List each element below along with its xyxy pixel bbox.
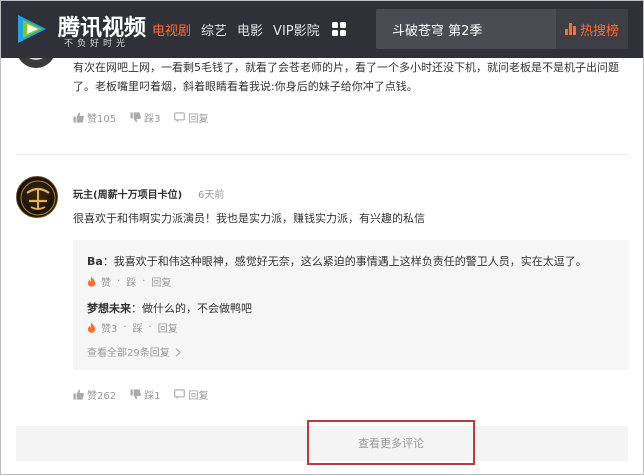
flame-icon [87, 322, 96, 333]
reply-label: 回复 [188, 391, 209, 402]
comment-divider [16, 154, 628, 155]
reply-text: ：做什么的，不会做鸭吧 [131, 302, 252, 315]
thumb-down-icon [130, 112, 141, 123]
view-all-replies-label: 查看全部29条回复 [87, 348, 170, 359]
comment-actions: 赞262 踩1 回复 [73, 387, 222, 402]
brand-slogan: 不负好时光 [64, 39, 130, 49]
dislike-button[interactable]: 踩3 [130, 110, 160, 125]
comment-timestamp: 6天前 [198, 190, 225, 201]
dislike-count: 踩1 [144, 391, 161, 402]
thumb-down-icon [130, 389, 141, 400]
flame-icon [87, 276, 96, 287]
like-button[interactable]: 赞262 [73, 387, 116, 402]
hot-search-button[interactable]: 热搜榜 [556, 9, 628, 49]
load-more-comments-button[interactable]: 查看更多评论 [307, 420, 475, 465]
top-navigation-bar: 腾讯视频 不负好时光 电视剧 综艺 电影 VIP影院 斗破苍穹 第2季 热搜榜 [0, 0, 644, 58]
comment-section: 有次在网吧上网，一看剩5毛钱了，就看了会苍老师的片，看了一个多小时还没下机，就问… [0, 42, 644, 475]
reply-icon [174, 112, 186, 123]
like-count: 赞105 [87, 114, 117, 125]
reply-button[interactable]: 回复 [158, 320, 178, 335]
nav-item-tv[interactable]: 电视剧 [152, 20, 191, 39]
reply-username[interactable]: 梦想未来 [87, 302, 131, 315]
dislike-count: 踩3 [144, 114, 161, 125]
reply-actions: 赞3 · 踩 · 回复 [87, 320, 184, 335]
comment-actions: 赞105 踩3 回复 [73, 110, 222, 125]
reply-button[interactable]: 回复 [174, 110, 208, 125]
like-button[interactable]: 赞3 [101, 320, 117, 335]
thumb-up-icon [73, 389, 84, 400]
nav-item-variety[interactable]: 综艺 [201, 20, 227, 39]
reply-icon [174, 389, 186, 400]
nav-item-vip[interactable]: VIP影院 [273, 20, 320, 39]
hot-chart-icon [564, 23, 576, 35]
avatar-art-icon [20, 180, 56, 216]
hot-search-label: 热搜榜 [579, 23, 619, 39]
reply-label: 回复 [188, 114, 209, 125]
avatar[interactable] [16, 176, 58, 218]
dislike-button[interactable]: 踩 [133, 320, 143, 335]
comment-text: 很喜欢于和伟啊实力派演员！我也是实力派，赚钱实力派，有兴趣的私信 [73, 212, 425, 225]
view-all-replies-link[interactable]: 查看全部29条回复 [87, 344, 181, 359]
search-box[interactable]: 斗破苍穹 第2季 热搜榜 [376, 9, 628, 49]
main-nav: 电视剧 综艺 电影 VIP影院 [152, 19, 346, 39]
reply-username[interactable]: Ba [87, 255, 103, 268]
nav-item-movie[interactable]: 电影 [237, 20, 263, 39]
like-count: 赞262 [87, 391, 117, 402]
dislike-button[interactable]: 踩1 [130, 387, 160, 402]
like-button[interactable]: 赞105 [73, 110, 116, 125]
reply-thread: Ba：我喜欢于和伟这种眼神，感觉好无奈，这么紧迫的事情遇上这样负责任的警卫人员，… [73, 240, 629, 370]
reply-actions: 赞 · 踩 · 回复 [87, 274, 177, 289]
site-logo[interactable]: 腾讯视频 不负好时光 [14, 9, 154, 49]
reply-button[interactable]: 回复 [151, 274, 171, 289]
reply-item: 梦想未来：做什么的，不会做鸭吧 [87, 300, 252, 316]
thumb-up-icon [73, 112, 84, 123]
like-button[interactable]: 赞 [101, 274, 111, 289]
comment-text: 有次在网吧上网，一看剩5毛钱了，就看了会苍老师的片，看了一个多小时还没下机，就问… [73, 61, 619, 93]
reply-button[interactable]: 回复 [174, 387, 208, 402]
chevron-right-icon [175, 348, 181, 357]
grid-menu-icon[interactable] [331, 22, 346, 36]
search-input[interactable]: 斗破苍穹 第2季 [392, 20, 482, 39]
dislike-button[interactable]: 踩 [126, 274, 136, 289]
comment-username[interactable]: 玩主(周薪十万项目卡位) [73, 186, 182, 201]
video-play-logo-icon [18, 15, 46, 43]
reply-text: ：我喜欢于和伟这种眼神，感觉好无奈，这么紧迫的事情遇上这样负责任的警卫人员，实在… [102, 255, 587, 268]
reply-item: Ba：我喜欢于和伟这种眼神，感觉好无奈，这么紧迫的事情遇上这样负责任的警卫人员，… [87, 253, 587, 269]
